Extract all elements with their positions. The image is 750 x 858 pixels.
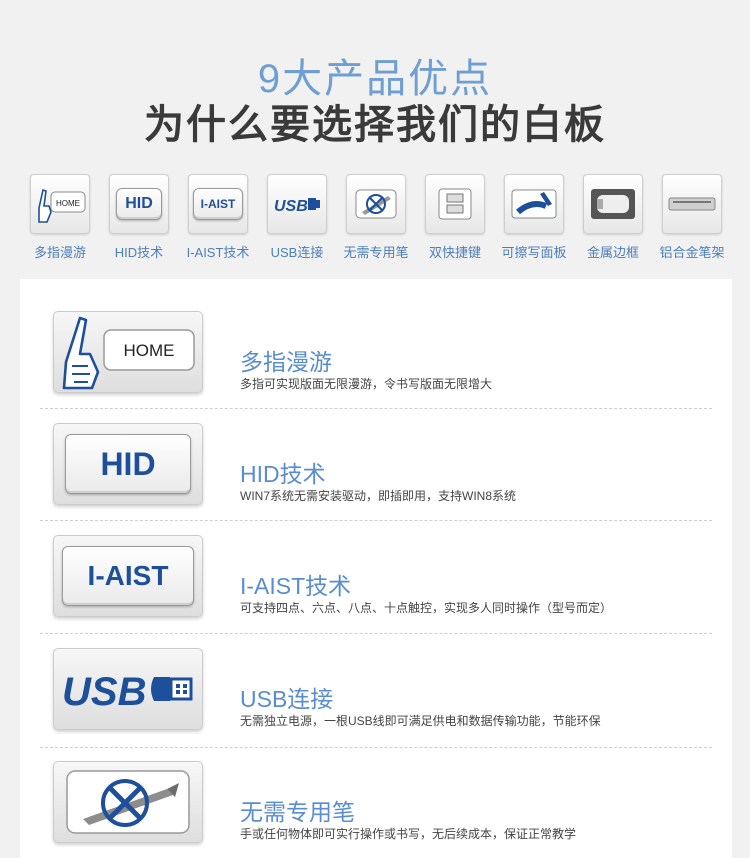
metal-frame-icon (583, 174, 643, 234)
feature-icon-bar: HOME 多指漫游 HID HID技术 I-AIST I-AIST技术 USB (20, 174, 732, 264)
detail-key-text: USB (62, 670, 146, 714)
feature-key-text: I-AIST (200, 197, 236, 211)
usb-icon: USB (53, 648, 203, 730)
pen-tray-icon (662, 174, 722, 234)
feature-item-erasable[interactable]: 可擦写面板 (494, 174, 574, 264)
detail-row-hid: HID HID技术 WIN7系统无需安装驱动，即插即用，支持WIN8系统 (20, 391, 732, 505)
feature-item-metal-frame[interactable]: 金属边框 (573, 174, 653, 264)
feature-item-multi-finger[interactable]: HOME 多指漫游 (20, 174, 100, 264)
hero-header: 9大产品优点 为什么要选择我们的白板 (0, 0, 750, 170)
detail-title: 多指漫游 (240, 349, 332, 375)
detail-desc: 无需独立电源，一根USB线即可满足供电和数据传输功能，节能环保 (240, 714, 601, 728)
feature-item-shortcut-keys[interactable]: 双快捷键 (415, 174, 495, 264)
details-panel: HOME 多指漫游 多指可实现版面无限漫游，令书写版面无限增大 HID HID技… (20, 279, 732, 858)
detail-row-multi-finger: HOME 多指漫游 多指可实现版面无限漫游，令书写版面无限增大 (20, 279, 732, 393)
detail-desc: 可支持四点、六点、八点、十点触控，实现多人同时操作（型号而定） (240, 601, 613, 615)
feature-key-text: HOME (56, 199, 80, 208)
usb-icon: USB (267, 174, 327, 234)
feature-item-hid[interactable]: HID HID技术 (99, 174, 179, 264)
detail-desc: WIN7系统无需安装驱动，即插即用，支持WIN8系统 (240, 489, 517, 503)
detail-desc: 多指可实现版面无限漫游，令书写版面无限增大 (240, 377, 493, 391)
detail-title: 无需专用笔 (240, 799, 355, 825)
iaist-key-icon: I-AIST (53, 535, 203, 617)
feature-key-text: HID (125, 195, 153, 212)
detail-key-text: HID (100, 445, 156, 482)
detail-title: USB连接 (240, 686, 334, 712)
detail-row-usb: USB USB连接 无需独立电源，一根USB线即可满足供电和数据传输功能，节能环… (20, 616, 732, 730)
detail-row-no-pen: 无需专用笔 手或任何物体即可实行操作或书写，无后续成本，保证正常教学 (20, 729, 732, 843)
iaist-key-icon: I-AIST (188, 174, 248, 234)
detail-desc: 手或任何物体即可实行操作或书写，无后续成本，保证正常教学 (240, 827, 577, 841)
shortcut-keys-icon (425, 174, 485, 234)
detail-title: HID技术 (240, 461, 326, 487)
no-pen-icon (53, 761, 203, 843)
feature-item-no-pen[interactable]: 无需专用笔 (336, 174, 416, 264)
feature-item-iaist[interactable]: I-AIST I-AIST技术 (178, 174, 258, 264)
detail-title: I-AIST技术 (240, 573, 352, 599)
hand-pointer-icon: HOME (53, 311, 203, 393)
detail-key-text: I-AIST (87, 560, 169, 591)
feature-key-text: USB (274, 198, 308, 215)
detail-key-text: HOME (124, 341, 175, 360)
feature-item-usb[interactable]: USB USB连接 (257, 174, 337, 264)
hid-key-icon: HID (53, 423, 203, 505)
feature-label: 铝合金笔架 (659, 245, 725, 260)
erasable-board-icon (504, 174, 564, 234)
detail-row-iaist: I-AIST I-AIST技术 可支持四点、六点、八点、十点触控，实现多人同时操… (20, 503, 732, 617)
hid-key-icon: HID (109, 174, 169, 234)
hand-pointer-icon: HOME (30, 174, 90, 234)
no-pen-icon (346, 174, 406, 234)
feature-item-pen-tray[interactable]: 铝合金笔架 (652, 174, 732, 264)
hero-title: 为什么要选择我们的白板 (144, 103, 606, 147)
